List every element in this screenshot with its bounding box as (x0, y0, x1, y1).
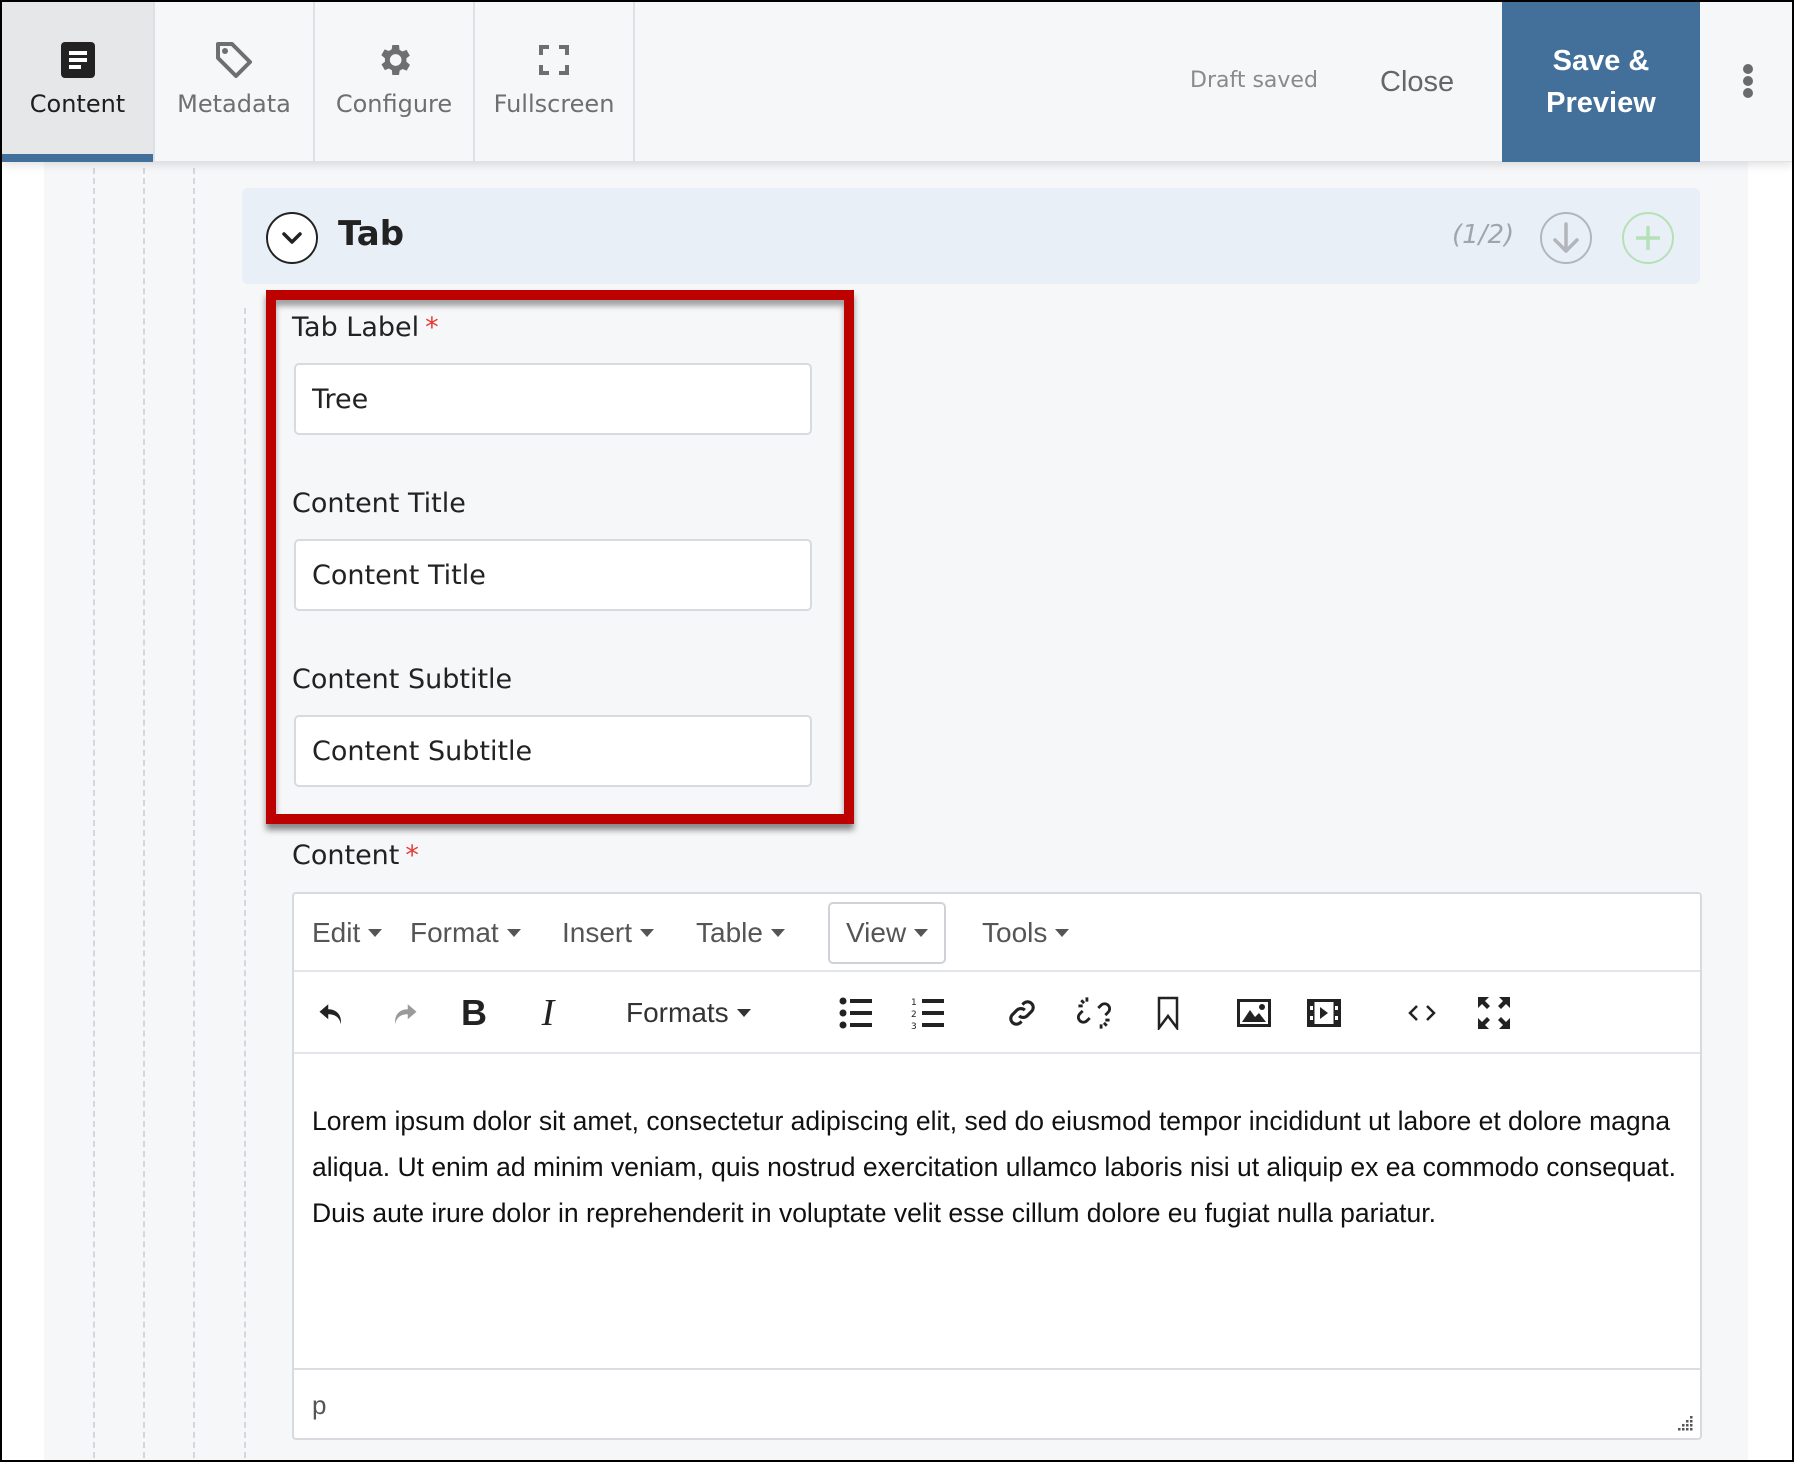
bold-icon[interactable]: B (454, 990, 494, 1036)
save-label-line1: Save & (1552, 45, 1650, 77)
image-icon[interactable] (1234, 990, 1274, 1036)
nesting-guide (193, 168, 195, 1460)
caret-down-icon (368, 929, 383, 937)
editor-menubar: Edit Format Insert Table View Tools (294, 894, 1700, 972)
content-field-label: Content * (292, 840, 419, 871)
caret-down-icon (914, 929, 929, 937)
tab-label: Fullscreen (493, 90, 615, 118)
content-title-input[interactable] (294, 539, 812, 611)
nesting-guide (93, 168, 95, 1460)
menu-label: Format (410, 917, 499, 948)
link-icon[interactable] (1002, 990, 1042, 1036)
svg-text:3: 3 (911, 1022, 917, 1029)
numbered-list-icon[interactable]: 1 2 3 (908, 990, 948, 1036)
save-preview-button[interactable]: Save & Preview (1502, 2, 1700, 162)
svg-text:1: 1 (911, 998, 917, 1008)
tab-fullscreen[interactable]: Fullscreen (475, 2, 635, 162)
tab-configure[interactable]: Configure (315, 2, 475, 162)
menu-label: View (846, 917, 907, 948)
tab-metadata[interactable]: Metadata (155, 2, 315, 162)
section-title: Tab (338, 214, 405, 254)
label-text: Content (292, 840, 400, 871)
tab-content[interactable]: Content (2, 2, 155, 162)
tab-label-field-label: Tab Label * (292, 312, 439, 343)
menu-format[interactable]: Format (394, 902, 537, 964)
menu-view[interactable]: View (828, 902, 947, 964)
required-mark: * (425, 312, 439, 343)
tag-icon (214, 40, 254, 80)
draft-status: Draft saved (1190, 68, 1318, 93)
content-subtitle-field-label: Content Subtitle (292, 664, 512, 695)
content-subtitle-input[interactable] (294, 715, 812, 787)
kebab-menu-icon[interactable] (1738, 64, 1758, 104)
redo-icon[interactable] (384, 990, 424, 1036)
gear-icon (374, 40, 414, 80)
nesting-guide (244, 308, 246, 1460)
caret-down-icon (736, 1009, 751, 1017)
required-mark: * (405, 840, 419, 871)
undo-icon[interactable] (312, 990, 352, 1036)
menu-tools[interactable]: Tools (966, 902, 1085, 964)
tab-label: Content (29, 90, 126, 118)
label-text: Tab Label (292, 312, 420, 343)
unlink-icon[interactable] (1074, 990, 1114, 1036)
italic-icon[interactable]: I (528, 990, 568, 1036)
label-text: Content Title (292, 488, 466, 519)
tab-label-input[interactable] (294, 363, 812, 435)
menu-insert[interactable]: Insert (546, 902, 670, 964)
tab-section-header: Tab (1/2) (242, 188, 1700, 284)
editor-body[interactable]: Lorem ipsum dolor sit amet, consectetur … (294, 1054, 1700, 1368)
nesting-guide (143, 168, 145, 1460)
label-text: Content Subtitle (292, 664, 513, 695)
menu-label: Tools (982, 917, 1048, 948)
svg-text:2: 2 (911, 1010, 917, 1020)
arrow-down-circle-icon[interactable] (1540, 212, 1592, 264)
close-button[interactable]: Close (1380, 66, 1454, 99)
element-path[interactable]: p (312, 1390, 326, 1421)
plus-circle-icon[interactable] (1622, 212, 1674, 264)
rich-text-editor: Edit Format Insert Table View Tools B I … (292, 892, 1702, 1440)
caret-down-icon (640, 929, 655, 937)
item-counter: (1/2) (1452, 220, 1515, 250)
bullet-list-icon[interactable] (836, 990, 876, 1036)
bookmark-icon[interactable] (1148, 990, 1188, 1036)
fullscreen-icon (534, 40, 574, 80)
caret-down-icon (506, 929, 521, 937)
editor-toolbar: B I Formats 1 2 3 (294, 972, 1700, 1054)
fullscreen-icon[interactable] (1474, 990, 1514, 1036)
menu-label: Table (696, 917, 763, 948)
top-nav: Content Metadata Configure Fullscreen Dr… (2, 2, 1792, 162)
save-label-line2: Preview (1546, 87, 1656, 119)
chevron-down-circle-icon[interactable] (266, 212, 318, 264)
resize-handle-icon[interactable] (1674, 1414, 1694, 1434)
video-icon[interactable] (1304, 990, 1344, 1036)
document-icon (58, 40, 98, 80)
menu-table[interactable]: Table (680, 902, 801, 964)
tab-label: Configure (335, 90, 453, 118)
source-code-icon[interactable] (1402, 990, 1442, 1036)
formats-label: Formats (626, 997, 729, 1028)
caret-down-icon (770, 929, 785, 937)
menu-label: Edit (312, 917, 361, 948)
content-title-field-label: Content Title (292, 488, 466, 519)
tab-label: Metadata (177, 90, 291, 118)
menu-edit[interactable]: Edit (296, 902, 398, 964)
menu-label: Insert (562, 917, 633, 948)
editor-statusbar: p (294, 1368, 1700, 1440)
app-frame: Content Metadata Configure Fullscreen Dr… (2, 2, 1792, 1460)
caret-down-icon (1055, 929, 1070, 937)
formats-dropdown[interactable]: Formats (626, 990, 751, 1036)
